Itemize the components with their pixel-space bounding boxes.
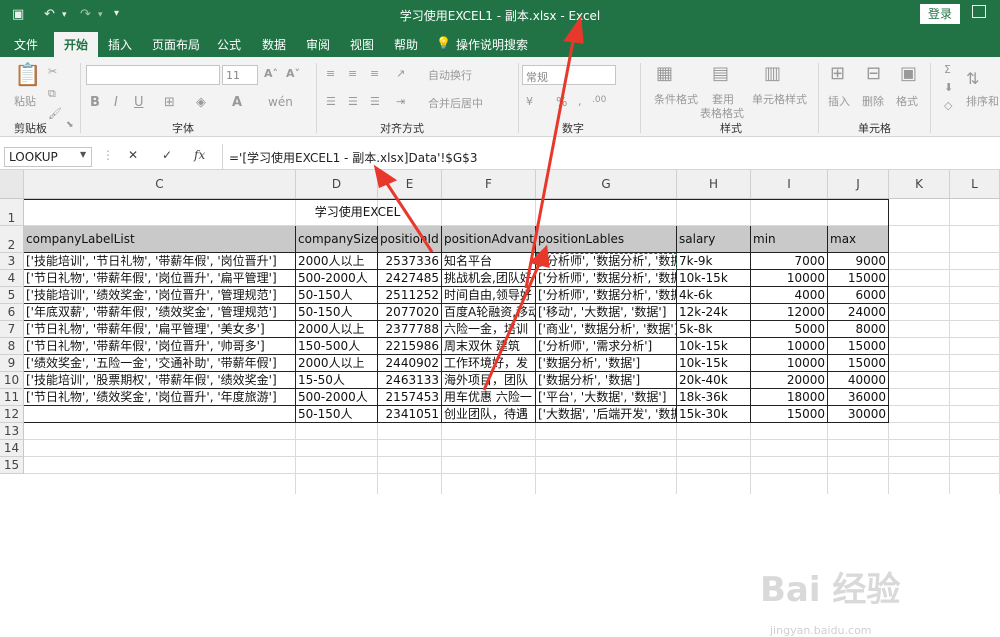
annotation-arrowhead-formula <box>373 164 398 189</box>
annotation-arrowhead-filename <box>563 15 584 44</box>
annotation-arrows <box>373 15 584 391</box>
annotation-arrow-filename <box>524 35 576 289</box>
baidu-watermark-url: jingyan.baidu.com <box>770 624 872 637</box>
annotation-arrow-formula <box>384 181 434 253</box>
baidu-watermark-logo: Bai 经验 <box>760 570 901 610</box>
annotation-arrow-cell <box>482 261 542 391</box>
